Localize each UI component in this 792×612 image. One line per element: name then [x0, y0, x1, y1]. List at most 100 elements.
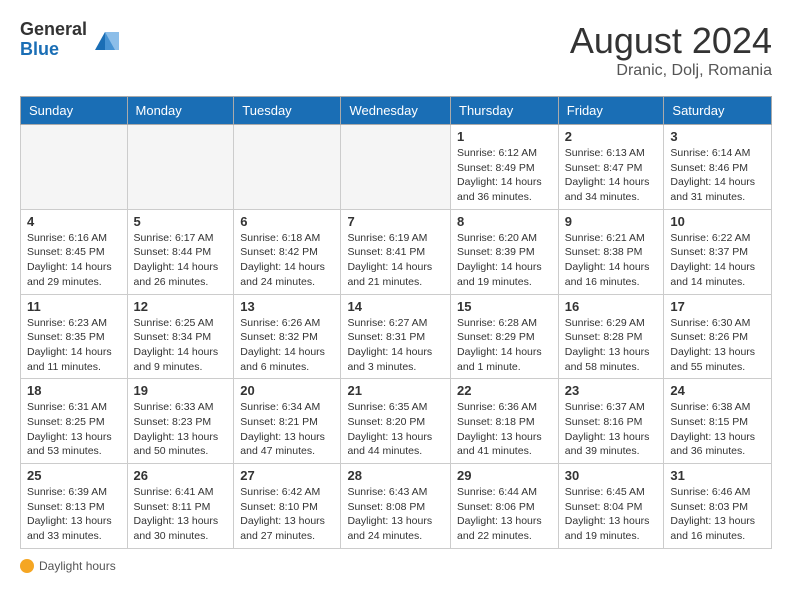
calendar-cell — [21, 125, 128, 210]
day-info: Sunrise: 6:30 AM Sunset: 8:26 PM Dayligh… — [670, 316, 765, 375]
calendar-cell: 9 Sunrise: 6:21 AM Sunset: 8:38 PM Daylig… — [558, 209, 664, 294]
logo-icon — [91, 26, 119, 54]
logo-blue: Blue — [20, 40, 87, 60]
calendar-cell: 26 Sunrise: 6:41 AM Sunset: 8:11 PM Dayli… — [127, 464, 234, 549]
day-number: 18 — [27, 383, 121, 398]
day-info: Sunrise: 6:23 AM Sunset: 8:35 PM Dayligh… — [27, 316, 121, 375]
day-number: 12 — [134, 299, 228, 314]
day-info: Sunrise: 6:18 AM Sunset: 8:42 PM Dayligh… — [240, 231, 334, 290]
calendar-cell: 21Sunrise: 6:35 AM Sunset: 8:20 PM Dayli… — [341, 379, 451, 464]
calendar-cell: 1Sunrise: 6:12 AM Sunset: 8:49 PM Daylig… — [451, 125, 559, 210]
day-number: 27 — [240, 468, 334, 483]
calendar-cell: 31 Sunrise: 6:46 AM Sunset: 8:03 PM Dayli… — [664, 464, 772, 549]
day-info: Sunrise: 6:37 AM Sunset: 8:16 PM Dayligh… — [565, 400, 658, 459]
calendar-cell: 16 Sunrise: 6:29 AM Sunset: 8:28 PM Dayli… — [558, 294, 664, 379]
calendar-week-row: 18 Sunrise: 6:31 AM Sunset: 8:25 PM Dayli… — [21, 379, 772, 464]
day-info: Sunrise: 6:46 AM Sunset: 8:03 PM Dayligh… — [670, 485, 765, 544]
calendar-cell: 7 Sunrise: 6:19 AM Sunset: 8:41 PM Daylig… — [341, 209, 451, 294]
day-info: Sunrise: 6:28 AM Sunset: 8:29 PM Dayligh… — [457, 316, 552, 375]
day-info: Sunrise: 6:13 AM Sunset: 8:47 PM Dayligh… — [565, 146, 658, 205]
month-year-title: August 2024 — [570, 20, 772, 62]
day-number: 6 — [240, 214, 334, 229]
day-info: Sunrise: 6:19 AM Sunset: 8:41 PM Dayligh… — [347, 231, 444, 290]
calendar-cell: 6 Sunrise: 6:18 AM Sunset: 8:42 PM Daylig… — [234, 209, 341, 294]
day-info: Sunrise: 6:31 AM Sunset: 8:25 PM Dayligh… — [27, 400, 121, 459]
day-info: Sunrise: 6:21 AM Sunset: 8:38 PM Dayligh… — [565, 231, 658, 290]
calendar-week-row: 11 Sunrise: 6:23 AM Sunset: 8:35 PM Dayli… — [21, 294, 772, 379]
col-header-monday: Monday — [127, 97, 234, 125]
calendar-table: SundayMondayTuesdayWednesdayThursdayFrid… — [20, 96, 772, 549]
day-number: 8 — [457, 214, 552, 229]
col-header-tuesday: Tuesday — [234, 97, 341, 125]
calendar-cell: 27 Sunrise: 6:42 AM Sunset: 8:10 PM Dayli… — [234, 464, 341, 549]
calendar-cell: 28 Sunrise: 6:43 AM Sunset: 8:08 PM Dayli… — [341, 464, 451, 549]
calendar-cell: 13 Sunrise: 6:26 AM Sunset: 8:32 PM Dayli… — [234, 294, 341, 379]
day-number: 5 — [134, 214, 228, 229]
col-header-friday: Friday — [558, 97, 664, 125]
day-number: 26 — [134, 468, 228, 483]
calendar-cell: 23 Sunrise: 6:37 AM Sunset: 8:16 PM Dayli… — [558, 379, 664, 464]
day-number: 4 — [27, 214, 121, 229]
day-info: Sunrise: 6:16 AM Sunset: 8:45 PM Dayligh… — [27, 231, 121, 290]
day-info: Sunrise: 6:27 AM Sunset: 8:31 PM Dayligh… — [347, 316, 444, 375]
day-number: 7 — [347, 214, 444, 229]
day-number: 3 — [670, 129, 765, 144]
calendar-cell — [234, 125, 341, 210]
day-number: 17 — [670, 299, 765, 314]
calendar-footer: Daylight hours — [20, 559, 772, 573]
day-info: Sunrise: 6:20 AM Sunset: 8:39 PM Dayligh… — [457, 231, 552, 290]
calendar-cell — [127, 125, 234, 210]
day-info: Sunrise: 6:26 AM Sunset: 8:32 PM Dayligh… — [240, 316, 334, 375]
day-info: Sunrise: 6:38 AM Sunset: 8:15 PM Dayligh… — [670, 400, 765, 459]
calendar-week-row: 4 Sunrise: 6:16 AM Sunset: 8:45 PM Daylig… — [21, 209, 772, 294]
col-header-sunday: Sunday — [21, 97, 128, 125]
calendar-cell: 18 Sunrise: 6:31 AM Sunset: 8:25 PM Dayli… — [21, 379, 128, 464]
day-number: 20 — [240, 383, 334, 398]
title-block: August 2024 Dranic, Dolj, Romania — [570, 20, 772, 80]
calendar-cell: 25Sunrise: 6:39 AM Sunset: 8:13 PM Dayli… — [21, 464, 128, 549]
calendar-cell: 2Sunrise: 6:13 AM Sunset: 8:47 PM Daylig… — [558, 125, 664, 210]
day-number: 16 — [565, 299, 658, 314]
day-info: Sunrise: 6:33 AM Sunset: 8:23 PM Dayligh… — [134, 400, 228, 459]
daylight-label: Daylight hours — [39, 559, 116, 573]
calendar-cell: 20 Sunrise: 6:34 AM Sunset: 8:21 PM Dayli… — [234, 379, 341, 464]
calendar-week-row: 1Sunrise: 6:12 AM Sunset: 8:49 PM Daylig… — [21, 125, 772, 210]
calendar-cell: 29Sunrise: 6:44 AM Sunset: 8:06 PM Dayli… — [451, 464, 559, 549]
day-number: 24 — [670, 383, 765, 398]
day-info: Sunrise: 6:29 AM Sunset: 8:28 PM Dayligh… — [565, 316, 658, 375]
calendar-cell: 12 Sunrise: 6:25 AM Sunset: 8:34 PM Dayli… — [127, 294, 234, 379]
calendar-week-row: 25Sunrise: 6:39 AM Sunset: 8:13 PM Dayli… — [21, 464, 772, 549]
day-number: 14 — [347, 299, 444, 314]
page-header: General Blue August 2024 Dranic, Dolj, R… — [20, 20, 772, 80]
day-info: Sunrise: 6:41 AM Sunset: 8:11 PM Dayligh… — [134, 485, 228, 544]
calendar-header-row: SundayMondayTuesdayWednesdayThursdayFrid… — [21, 97, 772, 125]
day-number: 30 — [565, 468, 658, 483]
day-number: 9 — [565, 214, 658, 229]
calendar-cell: 10Sunrise: 6:22 AM Sunset: 8:37 PM Dayli… — [664, 209, 772, 294]
col-header-wednesday: Wednesday — [341, 97, 451, 125]
day-info: Sunrise: 6:42 AM Sunset: 8:10 PM Dayligh… — [240, 485, 334, 544]
day-info: Sunrise: 6:17 AM Sunset: 8:44 PM Dayligh… — [134, 231, 228, 290]
day-number: 28 — [347, 468, 444, 483]
day-info: Sunrise: 6:43 AM Sunset: 8:08 PM Dayligh… — [347, 485, 444, 544]
sun-icon — [20, 559, 34, 573]
day-info: Sunrise: 6:36 AM Sunset: 8:18 PM Dayligh… — [457, 400, 552, 459]
location-subtitle: Dranic, Dolj, Romania — [570, 62, 772, 80]
day-info: Sunrise: 6:34 AM Sunset: 8:21 PM Dayligh… — [240, 400, 334, 459]
calendar-cell: 15Sunrise: 6:28 AM Sunset: 8:29 PM Dayli… — [451, 294, 559, 379]
calendar-cell — [341, 125, 451, 210]
day-number: 29 — [457, 468, 552, 483]
calendar-cell: 8 Sunrise: 6:20 AM Sunset: 8:39 PM Daylig… — [451, 209, 559, 294]
day-number: 10 — [670, 214, 765, 229]
calendar-cell: 17 Sunrise: 6:30 AM Sunset: 8:26 PM Dayli… — [664, 294, 772, 379]
day-number: 25 — [27, 468, 121, 483]
logo-general: General — [20, 20, 87, 40]
day-number: 31 — [670, 468, 765, 483]
day-number: 11 — [27, 299, 121, 314]
calendar-cell: 5 Sunrise: 6:17 AM Sunset: 8:44 PM Daylig… — [127, 209, 234, 294]
day-number: 13 — [240, 299, 334, 314]
day-number: 23 — [565, 383, 658, 398]
day-info: Sunrise: 6:12 AM Sunset: 8:49 PM Dayligh… — [457, 146, 552, 205]
calendar-cell: 30Sunrise: 6:45 AM Sunset: 8:04 PM Dayli… — [558, 464, 664, 549]
day-info: Sunrise: 6:25 AM Sunset: 8:34 PM Dayligh… — [134, 316, 228, 375]
